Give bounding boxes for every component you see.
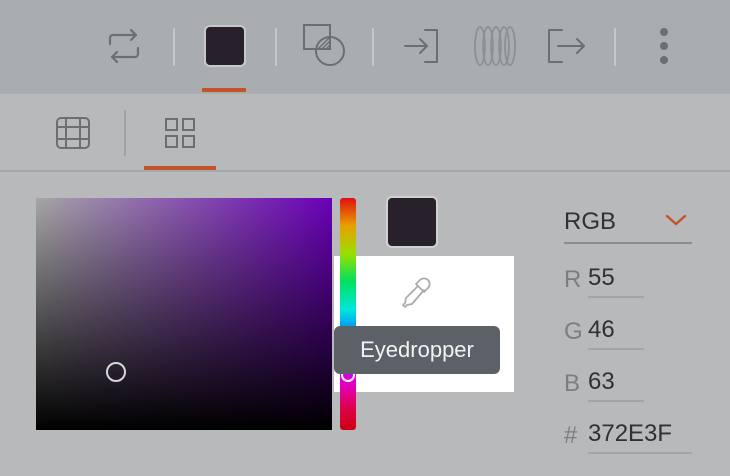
tab-divider bbox=[124, 110, 126, 156]
saturation-value-area[interactable] bbox=[36, 198, 332, 430]
rings-icon bbox=[474, 26, 516, 66]
selected-color-swatch bbox=[386, 196, 438, 248]
red-input[interactable]: 55 bbox=[588, 262, 644, 298]
color-mode-label: RGB bbox=[564, 208, 617, 235]
rings-button[interactable] bbox=[470, 14, 520, 78]
eyedropper-icon bbox=[402, 277, 431, 308]
shape-overlap-button[interactable] bbox=[296, 14, 352, 78]
more-menu-button[interactable] bbox=[644, 14, 684, 78]
blue-label: B bbox=[564, 370, 581, 397]
swap-icon bbox=[108, 28, 140, 64]
toolbar-active-indicator bbox=[202, 88, 246, 92]
import-icon bbox=[404, 29, 438, 63]
toolbar-divider bbox=[173, 28, 175, 66]
eyedropper-button[interactable] bbox=[398, 274, 434, 310]
tab-grid-view[interactable] bbox=[152, 110, 208, 156]
export-icon bbox=[548, 29, 585, 63]
grid-table-icon bbox=[56, 117, 90, 149]
green-input[interactable]: 46 bbox=[588, 314, 644, 350]
toolbar-divider bbox=[372, 28, 374, 66]
hex-label: # bbox=[564, 422, 578, 449]
shape-overlap-icon bbox=[303, 24, 345, 66]
hex-input[interactable]: 372E3F bbox=[588, 418, 692, 454]
eyedropper-tooltip: Eyedropper bbox=[334, 326, 500, 374]
blue-input[interactable]: 63 bbox=[588, 366, 644, 402]
tab-table-view[interactable] bbox=[46, 110, 100, 156]
toolbar-divider bbox=[614, 28, 616, 66]
current-color-swatch bbox=[204, 25, 246, 67]
saturation-value-handle[interactable] bbox=[106, 362, 126, 382]
chevron-down-icon bbox=[665, 214, 687, 226]
swap-button[interactable] bbox=[96, 14, 152, 78]
hue-slider[interactable] bbox=[340, 198, 356, 430]
top-toolbar bbox=[0, 0, 730, 94]
color-mode-select[interactable]: RGB bbox=[564, 200, 692, 244]
view-tabs bbox=[0, 94, 730, 172]
current-color-button[interactable] bbox=[196, 14, 254, 78]
more-vertical-icon bbox=[660, 28, 668, 64]
red-label: R bbox=[564, 266, 582, 293]
toolbar-divider bbox=[275, 28, 277, 66]
grid-squares-icon bbox=[165, 118, 195, 148]
tab-active-indicator bbox=[144, 166, 216, 170]
export-button[interactable] bbox=[542, 14, 592, 78]
import-button[interactable] bbox=[396, 14, 446, 78]
green-label: G bbox=[564, 318, 583, 345]
